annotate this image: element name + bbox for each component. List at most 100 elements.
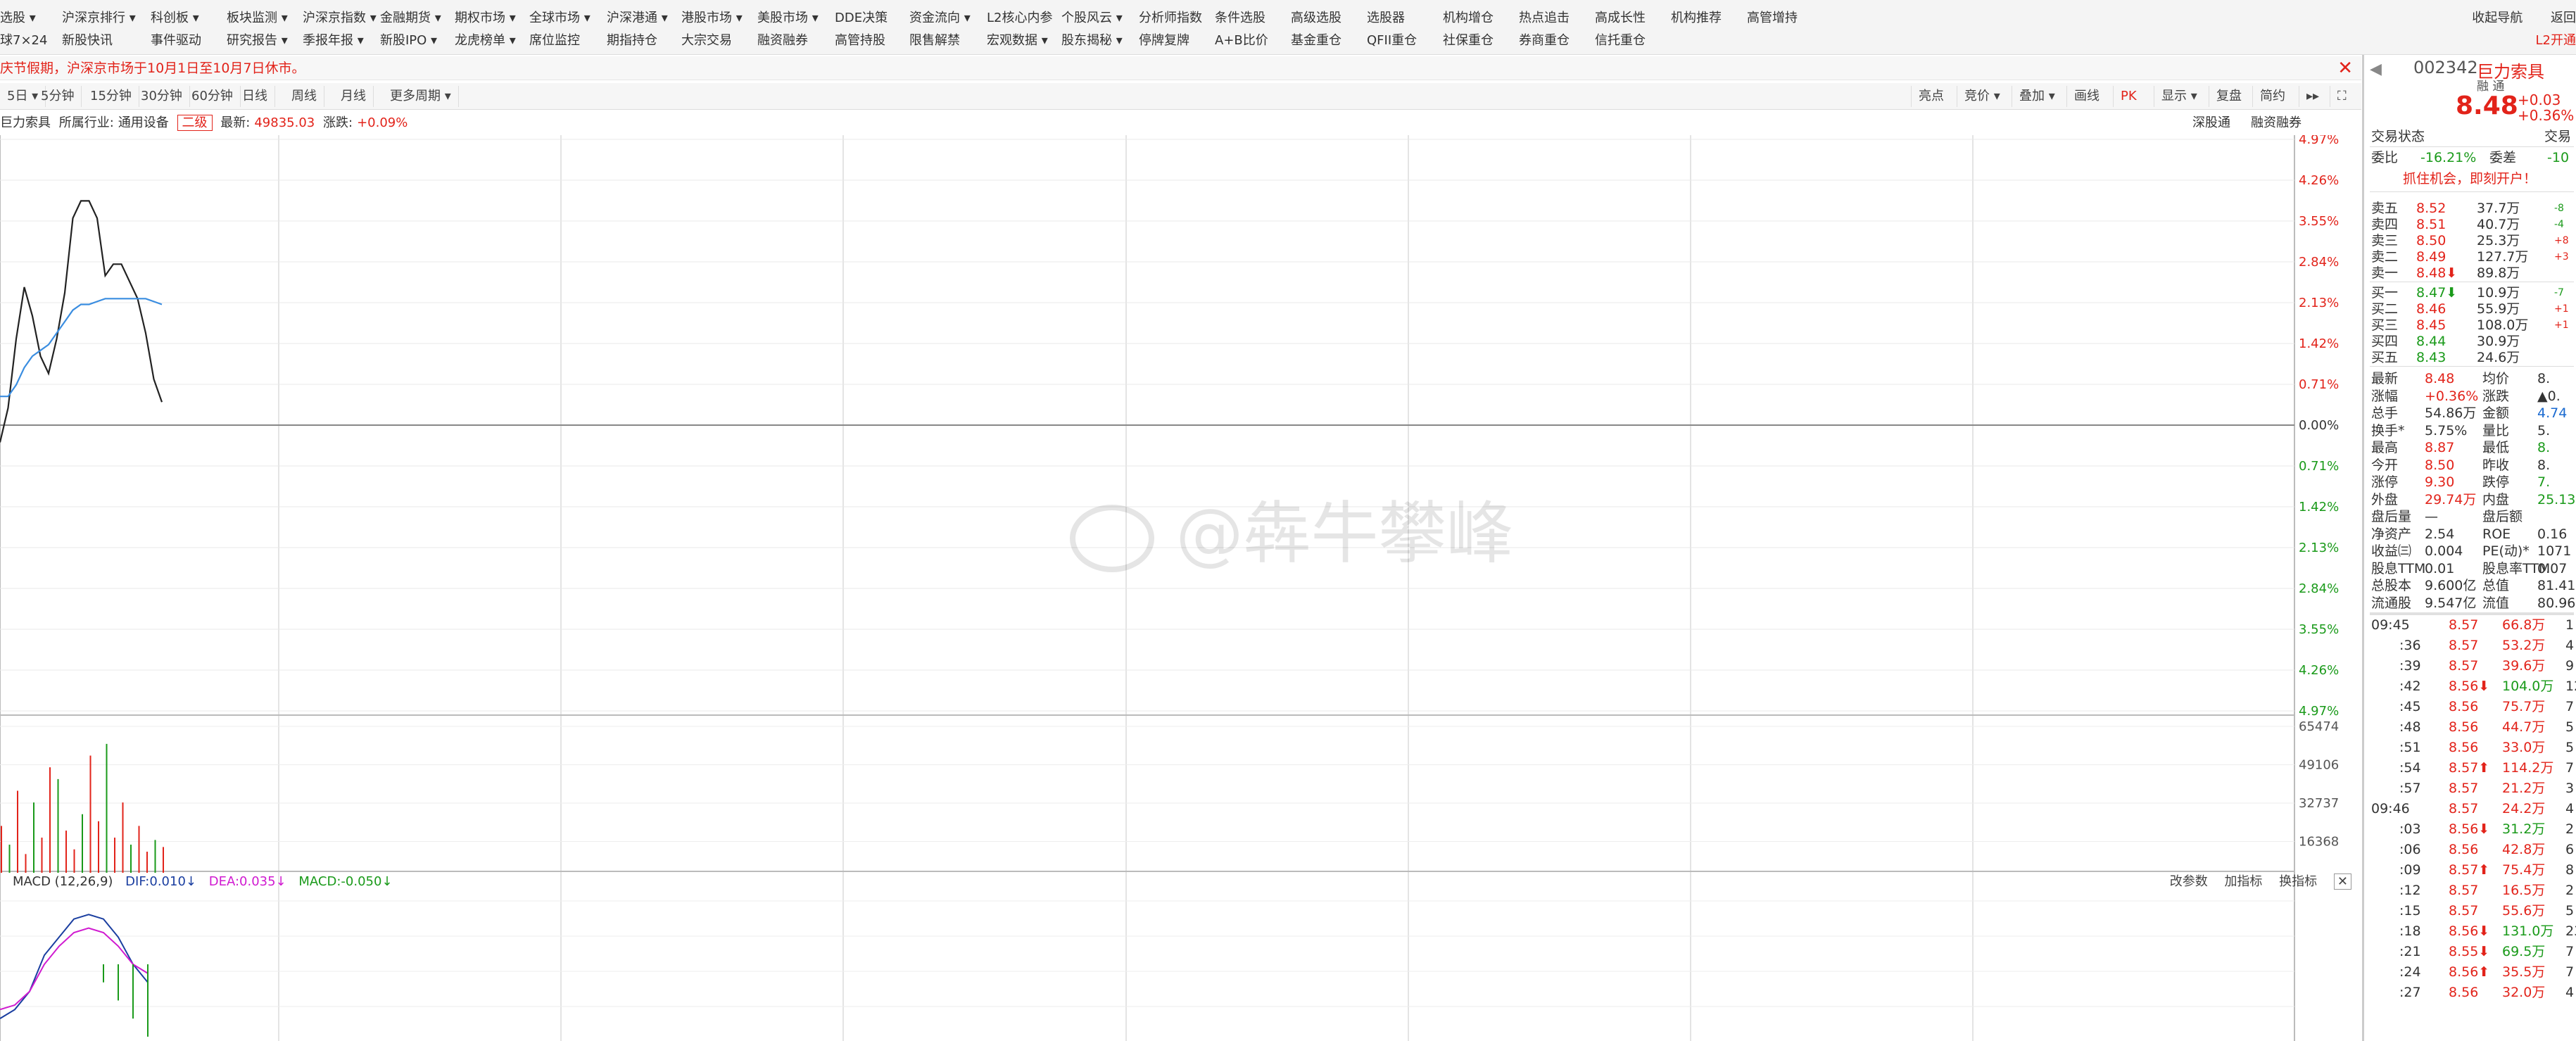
menu-item[interactable]: 新股IPO ▾ bbox=[380, 30, 437, 52]
menu-item[interactable]: 分析师指数 bbox=[1139, 7, 1202, 30]
stat-row[interactable]: 总股本 9.600亿 总值 81.41 bbox=[2371, 577, 2576, 594]
menu-item[interactable]: 板块监测 ▾ bbox=[227, 7, 288, 30]
tick-row[interactable]: :18 8.56⬇ 131.0万 23 bbox=[2371, 923, 2576, 940]
close-icon[interactable]: ✕ bbox=[2337, 56, 2353, 80]
bid-row[interactable]: 买五 8.43 24.6万 bbox=[2371, 349, 2576, 366]
stat-row[interactable]: 最新 8.48 均价 8. bbox=[2371, 370, 2576, 387]
menu-item[interactable]: 机构增仓 bbox=[1443, 7, 1494, 30]
stat-row[interactable]: 涨幅 +0.36% 涨跌 ▲0. bbox=[2371, 388, 2576, 405]
prev-stock-icon[interactable]: ◀ bbox=[2370, 61, 2382, 78]
stat-row[interactable]: 涨停 9.30 跌停 7. bbox=[2371, 474, 2576, 491]
tick-row[interactable]: :45 8.56 75.7万 7 bbox=[2371, 698, 2576, 715]
menu-item[interactable]: 股东揭秘 ▾ bbox=[1061, 30, 1123, 52]
period-week[interactable]: 周线 bbox=[284, 86, 324, 107]
close-icon[interactable]: ✕ bbox=[2333, 873, 2351, 890]
stat-row[interactable]: 换手* 5.75% 量比 5. bbox=[2371, 422, 2576, 439]
menu-item[interactable]: 选股 ▾ bbox=[0, 7, 36, 30]
menu-item[interactable]: 条件选股 bbox=[1215, 7, 1265, 30]
period-5min[interactable]: 5分钟 bbox=[34, 86, 82, 107]
l2-open-link[interactable]: L2开通 bbox=[2536, 30, 2576, 52]
tick-row[interactable]: :27 8.56 32.0万 4 bbox=[2371, 984, 2576, 1001]
bid-row[interactable]: 买二 8.46 55.9万 +1 bbox=[2371, 301, 2576, 317]
menu-item[interactable]: 龙虎榜单 ▾ bbox=[455, 30, 516, 52]
menu-item[interactable]: 机构推荐 bbox=[1671, 7, 1722, 30]
draw-line-button[interactable]: 画线 bbox=[2066, 86, 2107, 107]
stat-row[interactable]: 外盘 29.74万 内盘 25.13 bbox=[2371, 491, 2576, 508]
menu-item[interactable]: 期指持仓 bbox=[607, 30, 657, 52]
tick-row[interactable]: :06 8.56 42.8万 6 bbox=[2371, 841, 2576, 858]
replay-button[interactable]: 复盘 bbox=[2209, 86, 2249, 107]
collapse-nav-button[interactable]: 收起导航 bbox=[2472, 11, 2523, 25]
menu-item[interactable]: 沪深京指数 ▾ bbox=[303, 7, 377, 30]
menu-item[interactable]: 席位监控 bbox=[529, 30, 580, 52]
ask-row[interactable]: 卖二 8.49 127.7万 +3 bbox=[2371, 248, 2576, 265]
tick-row[interactable]: :57 8.57 21.2万 3 bbox=[2371, 780, 2576, 797]
menu-item[interactable]: 宏观数据 ▾ bbox=[987, 30, 1048, 52]
fullscreen-icon[interactable]: ⛶ bbox=[2330, 86, 2354, 107]
menu-item[interactable]: L2核心内参 bbox=[987, 7, 1052, 30]
hk-connect-link[interactable]: 深股通 bbox=[2192, 113, 2230, 134]
stat-row[interactable]: 净资产 2.54 ROE 0.16 bbox=[2371, 526, 2576, 543]
tick-row[interactable]: 09:46 8.57 24.2万 4 bbox=[2371, 800, 2576, 817]
period-60min[interactable]: 60分钟 bbox=[184, 86, 241, 107]
stat-row[interactable]: 总手 54.86万 金额 4.74 bbox=[2371, 405, 2576, 422]
tick-row[interactable]: :39 8.57 39.6万 9 bbox=[2371, 657, 2576, 674]
menu-item[interactable]: 期权市场 ▾ bbox=[455, 7, 516, 30]
menu-item[interactable]: 选股器 bbox=[1367, 7, 1405, 30]
menu-item[interactable]: DDE决策 bbox=[835, 7, 888, 30]
period-more[interactable]: 更多周期 ▾ bbox=[383, 86, 459, 107]
menu-item[interactable]: 热点追击 bbox=[1519, 7, 1570, 30]
menu-item[interactable]: 高管增持 bbox=[1747, 7, 1798, 30]
tick-row[interactable]: :48 8.56 44.7万 5 bbox=[2371, 719, 2576, 736]
ask-row[interactable]: 卖四 8.51 40.7万 -4 bbox=[2371, 216, 2576, 233]
menu-item[interactable]: 基金重仓 bbox=[1291, 30, 1341, 52]
menu-item[interactable]: 季报年报 ▾ bbox=[303, 30, 364, 52]
menu-item[interactable]: 事件驱动 bbox=[151, 30, 201, 52]
menu-item[interactable]: 港股市场 ▾ bbox=[681, 7, 743, 30]
pk-button[interactable]: PK bbox=[2113, 86, 2144, 107]
tick-row[interactable]: :24 8.56⬆ 35.5万 7 bbox=[2371, 964, 2576, 980]
period-15min[interactable]: 15分钟 bbox=[83, 86, 139, 107]
change-params-button[interactable]: 改参数 bbox=[2170, 874, 2208, 889]
tick-row[interactable]: :12 8.57 16.5万 2 bbox=[2371, 882, 2576, 899]
menu-item[interactable]: 高管持股 bbox=[835, 30, 885, 52]
menu-item[interactable]: 限售解禁 bbox=[909, 30, 960, 52]
stat-row[interactable]: 流通股 9.547亿 流值 80.96 bbox=[2371, 595, 2576, 612]
menu-item[interactable]: 停牌复牌 bbox=[1139, 30, 1189, 52]
menu-item[interactable]: 沪深京排行 ▾ bbox=[62, 7, 136, 30]
bid-row[interactable]: 买一 8.47⬇ 10.9万 -7 bbox=[2371, 284, 2576, 301]
industry-value[interactable]: 通用设备 bbox=[118, 115, 169, 130]
stat-row[interactable]: 最高 8.87 最低 8. bbox=[2371, 439, 2576, 456]
tick-row[interactable]: :42 8.56⬇ 104.0万 12 bbox=[2371, 678, 2576, 695]
highlight-button[interactable]: 亮点 bbox=[1911, 86, 1951, 107]
bid-row[interactable]: 买四 8.44 30.9万 bbox=[2371, 333, 2576, 350]
chart-area[interactable]: 4.97% 4.26% 3.55% 2.84% 2.13% 1.42% 0.71% 0.00%… bbox=[0, 135, 2361, 1041]
tick-row[interactable]: :15 8.57 55.6万 5 bbox=[2371, 902, 2576, 919]
menu-item[interactable]: 全球市场 ▾ bbox=[529, 7, 591, 30]
tick-row[interactable]: :21 8.55⬇ 69.5万 7 bbox=[2371, 943, 2576, 960]
period-month[interactable]: 月线 bbox=[334, 86, 374, 107]
switch-indicator-button[interactable]: 换指标 bbox=[2279, 874, 2317, 889]
menu-item[interactable]: QFII重仓 bbox=[1367, 30, 1417, 52]
tick-row[interactable]: :36 8.57 53.2万 4 bbox=[2371, 637, 2576, 654]
margin-link[interactable]: 融资融券 bbox=[2251, 113, 2302, 134]
expand-icon[interactable]: ▸▸ bbox=[2299, 86, 2326, 107]
stat-row[interactable]: 今开 8.50 昨收 8. bbox=[2371, 457, 2576, 474]
menu-item[interactable]: 融资融券 bbox=[757, 30, 808, 52]
menu-item[interactable]: 券商重仓 bbox=[1519, 30, 1570, 52]
tick-row[interactable]: :51 8.56 33.0万 5 bbox=[2371, 739, 2576, 756]
menu-item[interactable]: 大宗交易 bbox=[681, 30, 732, 52]
tick-row[interactable]: :03 8.56⬇ 31.2万 2 bbox=[2371, 821, 2576, 838]
menu-item[interactable]: 信托重仓 bbox=[1595, 30, 1646, 52]
open-account-ad[interactable]: 抓住机会，即刻开户！ bbox=[2371, 170, 2568, 187]
menu-item[interactable]: 科创板 ▾ bbox=[151, 7, 199, 30]
period-30min[interactable]: 30分钟 bbox=[134, 86, 190, 107]
ask-row[interactable]: 卖五 8.52 37.7万 -8 bbox=[2371, 200, 2576, 217]
tick-row[interactable]: :09 8.57⬆ 75.4万 8 bbox=[2371, 862, 2576, 878]
menu-item[interactable]: 个股风云 ▾ bbox=[1061, 7, 1123, 30]
bid-row[interactable]: 买三 8.45 108.0万 +1 bbox=[2371, 317, 2576, 334]
menu-item[interactable]: 金融期货 ▾ bbox=[380, 7, 441, 30]
menu-item[interactable]: 沪深港通 ▾ bbox=[607, 7, 668, 30]
ask-row[interactable]: 卖一 8.48⬇ 89.8万 bbox=[2371, 265, 2576, 282]
menu-item[interactable]: 高级选股 bbox=[1291, 7, 1341, 30]
